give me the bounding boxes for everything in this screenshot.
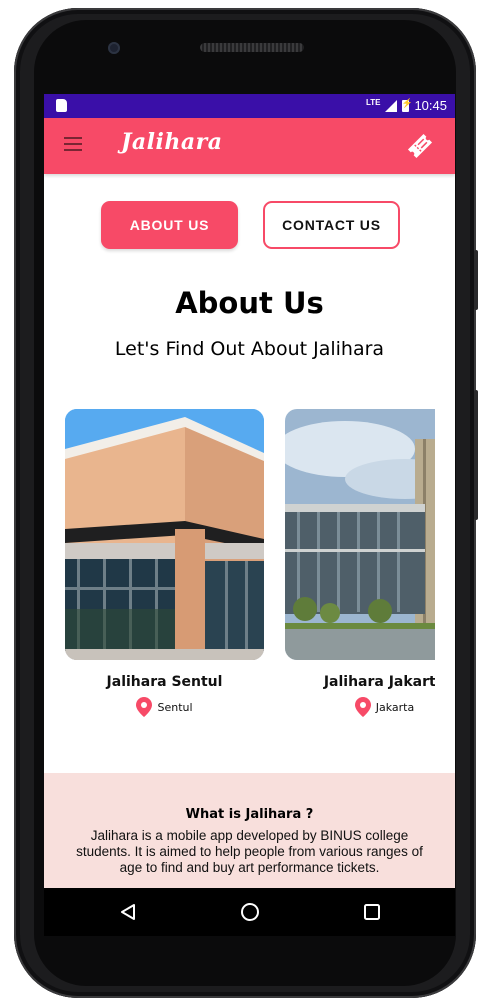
location-name: Jalihara Jakarta: [323, 674, 435, 690]
location-pin-icon: [136, 697, 153, 717]
sim-card-icon: [56, 99, 67, 112]
page-title: About Us: [175, 286, 324, 320]
location-place: Jakarta: [375, 700, 415, 714]
app-brand: Jalihara: [121, 129, 223, 155]
earpiece-speaker: [200, 43, 304, 52]
location-image-sentul: [65, 409, 264, 660]
status-time: 10:45: [414, 98, 447, 113]
location-pin-icon: [354, 697, 371, 717]
volume-button: [474, 250, 478, 310]
location-card-sentul[interactable]: Jalihara Sentul Sentul: [65, 409, 264, 717]
location-name: Jalihara Sentul: [106, 674, 223, 690]
recents-square-icon[interactable]: [360, 900, 384, 924]
page-subtitle: Let's Find Out About Jalihara: [114, 338, 385, 360]
location-image-jakarta: [275, 409, 435, 660]
contact-us-tab[interactable]: CONTACT US: [263, 201, 400, 249]
location-row: Sentul: [65, 697, 264, 717]
info-text: Jalihara is a mobile app developed by BI…: [76, 828, 423, 875]
app-bar: Jalihara: [44, 118, 455, 174]
ticket-icon[interactable]: [403, 129, 437, 163]
hamburger-menu-icon[interactable]: [64, 137, 82, 151]
network-type: LTE: [365, 98, 381, 107]
location-place: Sentul: [157, 700, 193, 714]
location-card-jakarta[interactable]: Jalihara Jakarta Jakarta: [275, 409, 435, 717]
location-row: Jakarta: [285, 697, 435, 717]
home-circle-icon[interactable]: [238, 900, 262, 924]
back-triangle-icon[interactable]: [116, 900, 140, 924]
battery-icon: [401, 98, 413, 112]
about-us-tab[interactable]: ABOUT US: [101, 201, 238, 249]
about-info-section: What is Jalihara ? Jalihara is a mobile …: [44, 773, 455, 888]
status-bar: LTE 10:45: [44, 94, 455, 118]
location-carousel[interactable]: Jalihara Sentul Sentul Jalihara Jakarta …: [65, 409, 435, 769]
signal-icon: [385, 99, 398, 112]
system-nav-bar: [44, 888, 455, 936]
front-camera: [108, 42, 120, 54]
power-button: [474, 390, 478, 520]
info-title: What is Jalihara ?: [185, 807, 314, 822]
app-screen: LTE 10:45 Jalihara ABOUT US CONTACT US A…: [44, 94, 455, 888]
